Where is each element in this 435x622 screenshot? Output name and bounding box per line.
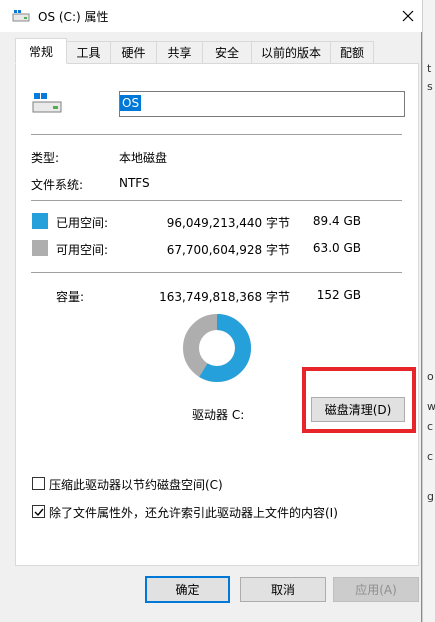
free-space-swatch: [32, 240, 48, 256]
properties-dialog: OS (C:) 属性 常规 工具 硬件 共享 安全 以前的版本 配额 OS 类型…: [0, 0, 422, 622]
tab-hardware[interactable]: 硬件: [110, 41, 157, 63]
general-panel: OS 类型: 本地磁盘 文件系统: NTFS 已用空间: 96,049,213,…: [15, 63, 419, 566]
background-glyph: g: [427, 490, 434, 503]
cancel-label: 取消: [270, 583, 295, 597]
close-button[interactable]: [396, 4, 420, 28]
used-space-label: 已用空间:: [56, 216, 109, 230]
background-glyph: t: [427, 62, 432, 75]
tab-tools[interactable]: 工具: [66, 41, 111, 63]
tab-label: 工具: [76, 46, 101, 60]
tab-quota[interactable]: 配额: [330, 41, 374, 63]
compress-checkbox[interactable]: [32, 477, 45, 490]
background-glyph: c: [427, 420, 434, 433]
tab-label: 安全: [214, 46, 239, 60]
tab-sharing[interactable]: 共享: [156, 41, 203, 63]
divider: [31, 134, 402, 135]
apply-label: 应用(A): [355, 583, 397, 597]
cleanup-highlight-box: [302, 367, 416, 433]
drive-name-input[interactable]: [119, 91, 405, 117]
index-label: 除了文件属性外，还允许索引此驱动器上文件的内容(I): [49, 506, 338, 520]
close-icon: [402, 10, 414, 22]
tab-label: 共享: [167, 46, 192, 60]
divider: [31, 200, 402, 201]
window-title: OS (C:) 属性: [38, 10, 109, 24]
tab-label: 常规: [28, 44, 53, 59]
background-glyph: s: [427, 80, 433, 93]
drive-label: 驱动器 C:: [192, 408, 245, 422]
tab-label: 硬件: [121, 46, 146, 60]
drive-icon: [12, 10, 30, 22]
ok-button[interactable]: 确定: [145, 576, 230, 603]
tab-previous-versions[interactable]: 以前的版本: [251, 41, 331, 63]
type-label: 类型:: [31, 151, 60, 165]
index-checkbox[interactable]: [32, 505, 45, 518]
disk-usage-donut: [183, 314, 251, 382]
background-window-edge: t s o w c c g: [422, 0, 435, 622]
used-space-swatch: [32, 213, 48, 229]
compress-label: 压缩此驱动器以节约磁盘空间(C): [49, 478, 223, 492]
free-space-bytes: 67,700,604,928 字节: [166, 243, 290, 257]
filesystem-value: NTFS: [119, 176, 150, 190]
capacity-size: 152 GB: [316, 288, 361, 302]
drive-name-selection: OS: [120, 95, 142, 111]
free-space-label: 可用空间:: [56, 243, 109, 257]
divider: [31, 272, 402, 273]
free-space-size: 63.0 GB: [312, 241, 361, 255]
ok-label: 确定: [175, 583, 200, 597]
filesystem-label: 文件系统:: [31, 178, 84, 192]
tab-general[interactable]: 常规: [15, 38, 67, 64]
tab-security[interactable]: 安全: [202, 41, 252, 63]
used-space-size: 89.4 GB: [312, 214, 361, 228]
capacity-label: 容量:: [56, 290, 85, 304]
apply-button[interactable]: 应用(A): [333, 577, 419, 602]
background-glyph: o: [427, 370, 434, 383]
tab-label: 以前的版本: [260, 46, 321, 60]
cancel-button[interactable]: 取消: [240, 577, 326, 602]
title-bar[interactable]: OS (C:) 属性: [0, 0, 422, 32]
type-value: 本地磁盘: [119, 151, 168, 165]
used-space-bytes: 96,049,213,440 字节: [166, 216, 290, 230]
check-icon: [34, 508, 44, 516]
drive-icon: [32, 93, 62, 113]
tab-label: 配额: [339, 46, 364, 60]
capacity-bytes: 163,749,818,368 字节: [159, 290, 290, 304]
background-glyph: c: [427, 450, 434, 463]
background-glyph: w: [427, 400, 435, 413]
